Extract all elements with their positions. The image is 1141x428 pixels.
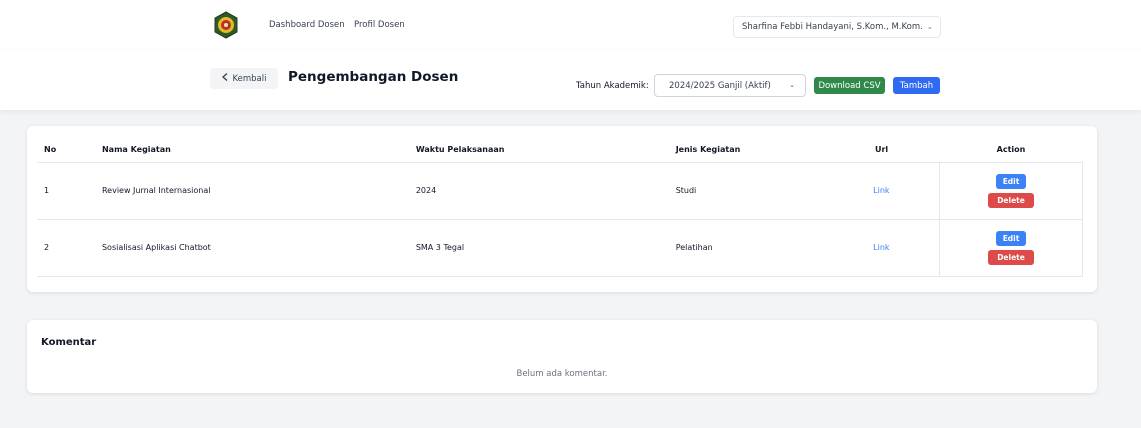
table-row: 2 Sosialisasi Aplikasi Chatbot SMA 3 Teg… <box>37 219 1083 277</box>
delete-button[interactable]: Delete <box>988 192 1035 208</box>
academic-year-label: Tahun Akademik: <box>576 81 649 91</box>
col-header-action: Action <box>939 138 1083 163</box>
cell-name: Sosialisasi Aplikasi Chatbot <box>94 219 409 277</box>
url-link[interactable]: Link <box>873 243 889 252</box>
cell-type: Pelatihan <box>668 219 824 277</box>
university-logo-icon[interactable] <box>213 11 239 39</box>
col-header-no: No <box>37 138 95 163</box>
academic-year-select[interactable]: 2024/2025 Ganjil (Aktif) ⌄ <box>654 74 806 97</box>
cell-name: Review Jurnal Internasional <box>94 162 409 220</box>
cell-no: 2 <box>37 219 95 277</box>
cell-time: SMA 3 Tegal <box>408 219 669 277</box>
table-row: 1 Review Jurnal Internasional 2024 Studi… <box>37 162 1083 220</box>
col-header-name: Nama Kegiatan <box>94 138 409 163</box>
academic-year-value: 2024/2025 Ganjil (Aktif) <box>669 80 771 91</box>
delete-button[interactable]: Delete <box>988 249 1035 265</box>
add-button[interactable]: Tambah <box>893 77 940 94</box>
back-button[interactable]: Kembali <box>210 68 278 89</box>
url-link[interactable]: Link <box>873 186 889 195</box>
table-header-row: No Nama Kegiatan Waktu Pelaksanaan Jenis… <box>37 138 1083 163</box>
cell-action: Edit Delete <box>939 162 1083 220</box>
col-header-time: Waktu Pelaksanaan <box>408 138 669 163</box>
top-navbar: Dashboard Dosen Profil Dosen Sharfina Fe… <box>0 0 1141 50</box>
back-button-label: Kembali <box>232 73 267 84</box>
nav-dashboard-dosen[interactable]: Dashboard Dosen <box>269 20 345 30</box>
cell-url: Link <box>823 219 940 277</box>
page-header: Kembali Pengembangan Dosen Tahun Akademi… <box>0 50 1141 110</box>
cell-time: 2024 <box>408 162 669 220</box>
download-csv-button[interactable]: Download CSV <box>814 77 885 94</box>
edit-button[interactable]: Edit <box>996 230 1027 246</box>
col-header-url: Url <box>823 138 940 163</box>
comments-card: Komentar Belum ada komentar. <box>27 320 1097 393</box>
user-dropdown[interactable]: Sharfina Febbi Handayani, S.Kom., M.Kom.… <box>733 16 941 38</box>
comments-empty-message: Belum ada komentar. <box>516 369 608 379</box>
activities-table: No Nama Kegiatan Waktu Pelaksanaan Jenis… <box>37 138 1083 277</box>
chevron-left-icon <box>221 73 228 84</box>
nav-profil-dosen[interactable]: Profil Dosen <box>354 20 405 30</box>
chevron-down-icon: ⌄ <box>926 23 933 31</box>
page-title: Pengembangan Dosen <box>288 69 459 85</box>
chevron-down-icon: ⌄ <box>789 81 795 89</box>
activities-table-card: No Nama Kegiatan Waktu Pelaksanaan Jenis… <box>27 126 1097 292</box>
comments-title: Komentar <box>41 337 97 348</box>
cell-no: 1 <box>37 162 95 220</box>
cell-url: Link <box>823 162 940 220</box>
cell-type: Studi <box>668 162 824 220</box>
cell-action: Edit Delete <box>939 219 1083 277</box>
edit-button[interactable]: Edit <box>996 173 1027 189</box>
col-header-type: Jenis Kegiatan <box>668 138 824 163</box>
user-name: Sharfina Febbi Handayani, S.Kom., M.Kom. <box>742 22 923 32</box>
